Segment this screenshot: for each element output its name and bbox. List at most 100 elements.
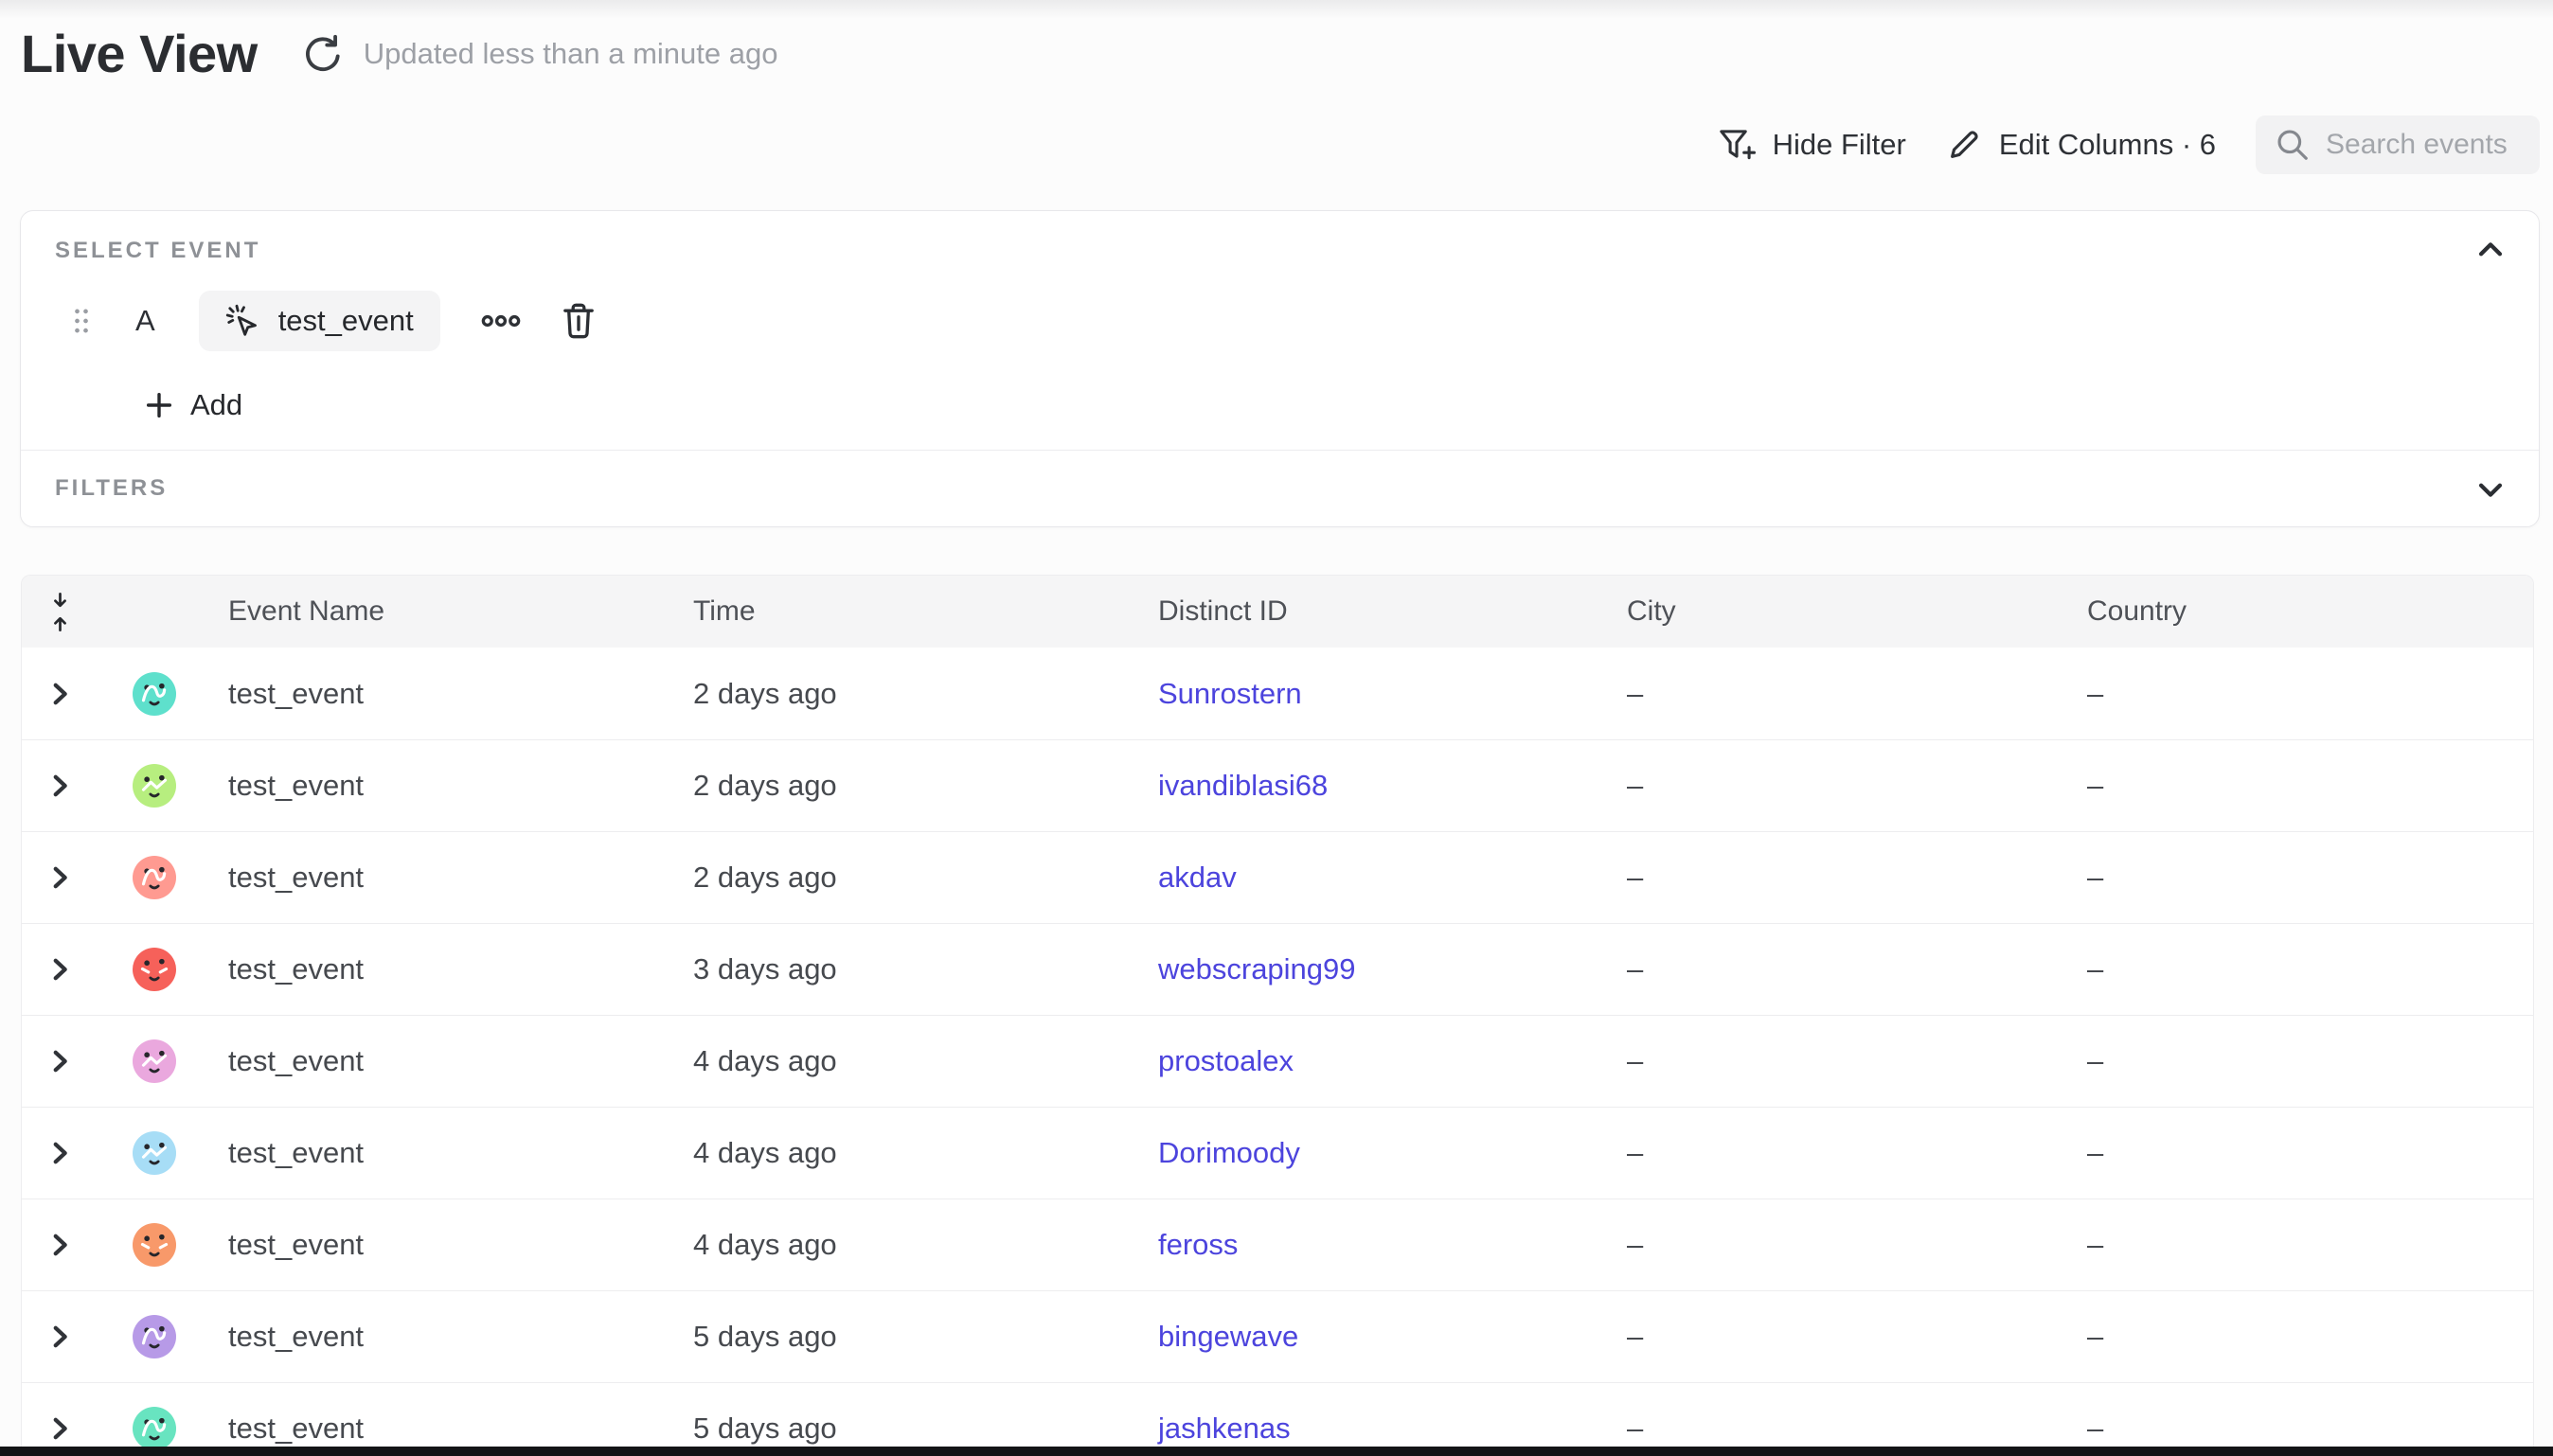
table-row[interactable]: test_event 5 days ago jashkenas – –	[22, 1382, 2533, 1456]
expand-row-button[interactable]	[44, 953, 76, 985]
cell-event-name: test_event	[211, 1136, 676, 1170]
expand-row-button[interactable]	[44, 1412, 76, 1445]
cell-time: 5 days ago	[676, 1320, 1141, 1354]
table-header: Event Name Time Distinct ID City Country	[22, 576, 2533, 648]
trash-icon	[560, 300, 598, 342]
table-row[interactable]: test_event 2 days ago akdav – –	[22, 831, 2533, 923]
events-table: Event Name Time Distinct ID City Country…	[21, 575, 2534, 1456]
cell-event-name: test_event	[211, 1320, 676, 1354]
drag-handle-icon[interactable]	[73, 307, 90, 335]
table-row[interactable]: test_event 4 days ago Dorimoody – –	[22, 1107, 2533, 1199]
cell-time: 4 days ago	[676, 1136, 1141, 1170]
column-header-city[interactable]: City	[1610, 595, 2070, 628]
table-row[interactable]: test_event 4 days ago feross – –	[22, 1199, 2533, 1290]
cell-city: –	[1610, 1044, 2070, 1078]
column-header-distinct-id[interactable]: Distinct ID	[1141, 595, 1610, 628]
table-row[interactable]: test_event 5 days ago bingewave – –	[22, 1290, 2533, 1382]
distinct-id-link[interactable]: jashkenas	[1158, 1412, 1291, 1445]
edit-columns-button[interactable]: Edit Columns · 6	[1946, 127, 2216, 163]
event-click-icon	[225, 304, 259, 338]
column-header-country[interactable]: Country	[2070, 595, 2533, 628]
distinct-id-link[interactable]: webscraping99	[1158, 952, 1356, 985]
user-avatar	[133, 764, 176, 808]
search-box[interactable]	[2256, 115, 2540, 174]
distinct-id-link[interactable]: Sunrostern	[1158, 677, 1302, 710]
cell-city: –	[1610, 861, 2070, 895]
cell-country: –	[2070, 769, 2533, 803]
filters-label: FILTERS	[55, 475, 168, 502]
search-icon	[2275, 127, 2311, 163]
cell-city: –	[1610, 1228, 2070, 1262]
user-avatar	[133, 1039, 176, 1083]
hide-filter-label: Hide Filter	[1773, 128, 1906, 162]
table-row[interactable]: test_event 4 days ago prostoalex – –	[22, 1015, 2533, 1107]
pencil-icon	[1946, 127, 1982, 163]
cell-country: –	[2070, 861, 2533, 895]
toolbar: Hide Filter Edit Columns · 6	[1718, 115, 2540, 174]
user-avatar	[133, 1315, 176, 1358]
delete-event-button[interactable]	[560, 300, 598, 342]
chevron-right-icon	[44, 953, 76, 985]
expand-row-button[interactable]	[44, 678, 76, 710]
filters-section: FILTERS	[21, 451, 2539, 526]
expand-filters-button[interactable]	[2474, 473, 2507, 506]
refresh-button[interactable]	[301, 34, 341, 74]
chevron-up-icon	[2474, 234, 2507, 266]
expand-row-button[interactable]	[44, 770, 76, 802]
cell-time: 4 days ago	[676, 1228, 1141, 1262]
event-query-row: A test_event	[55, 291, 2505, 351]
chevron-right-icon	[44, 1137, 76, 1169]
chevron-right-icon	[44, 861, 76, 894]
cell-event-name: test_event	[211, 1228, 676, 1262]
distinct-id-link[interactable]: prostoalex	[1158, 1044, 1294, 1077]
column-header-time[interactable]: Time	[676, 595, 1141, 628]
cell-country: –	[2070, 1228, 2533, 1262]
chevron-down-icon	[2474, 473, 2507, 506]
chevron-right-icon	[44, 1321, 76, 1353]
chevron-right-icon	[44, 1045, 76, 1077]
event-options-button[interactable]	[480, 313, 522, 328]
user-avatar	[133, 948, 176, 991]
expand-row-button[interactable]	[44, 861, 76, 894]
cell-country: –	[2070, 952, 2533, 986]
expand-row-button[interactable]	[44, 1137, 76, 1169]
cell-country: –	[2070, 1136, 2533, 1170]
column-header-event-name[interactable]: Event Name	[211, 595, 676, 628]
collapse-vertical-icon	[47, 591, 73, 633]
collapse-section-button[interactable]	[2474, 234, 2507, 266]
distinct-id-link[interactable]: feross	[1158, 1228, 1238, 1261]
cell-city: –	[1610, 1136, 2070, 1170]
cell-country: –	[2070, 1320, 2533, 1354]
cell-country: –	[2070, 1412, 2533, 1446]
search-input[interactable]	[2326, 129, 2521, 161]
collapse-all-button[interactable]	[22, 591, 98, 633]
page-title: Live View	[21, 23, 258, 84]
user-avatar	[133, 856, 176, 899]
plus-icon	[143, 389, 175, 421]
cell-time: 5 days ago	[676, 1412, 1141, 1446]
user-avatar	[133, 1223, 176, 1267]
table-row[interactable]: test_event 2 days ago Sunrostern – –	[22, 648, 2533, 739]
select-event-label: SELECT EVENT	[55, 238, 2505, 264]
hide-filter-button[interactable]: Hide Filter	[1718, 128, 1906, 163]
ellipsis-icon	[480, 313, 522, 328]
event-row-letter: A	[135, 304, 155, 338]
cell-event-name: test_event	[211, 677, 676, 711]
user-avatar	[133, 1407, 176, 1450]
distinct-id-link[interactable]: bingewave	[1158, 1320, 1298, 1353]
distinct-id-link[interactable]: akdav	[1158, 861, 1237, 894]
user-avatar	[133, 1131, 176, 1175]
cell-time: 2 days ago	[676, 677, 1141, 711]
bottom-edge-bar	[0, 1447, 2553, 1456]
table-row[interactable]: test_event 2 days ago ivandiblasi68 – –	[22, 739, 2533, 831]
expand-row-button[interactable]	[44, 1321, 76, 1353]
page-header: Live View Updated less than a minute ago	[21, 23, 777, 84]
event-select-button[interactable]: test_event	[199, 291, 440, 351]
expand-row-button[interactable]	[44, 1045, 76, 1077]
distinct-id-link[interactable]: ivandiblasi68	[1158, 769, 1328, 802]
cell-event-name: test_event	[211, 952, 676, 986]
distinct-id-link[interactable]: Dorimoody	[1158, 1136, 1300, 1169]
table-row[interactable]: test_event 3 days ago webscraping99 – –	[22, 923, 2533, 1015]
expand-row-button[interactable]	[44, 1229, 76, 1261]
add-event-button[interactable]: Add	[143, 383, 242, 427]
